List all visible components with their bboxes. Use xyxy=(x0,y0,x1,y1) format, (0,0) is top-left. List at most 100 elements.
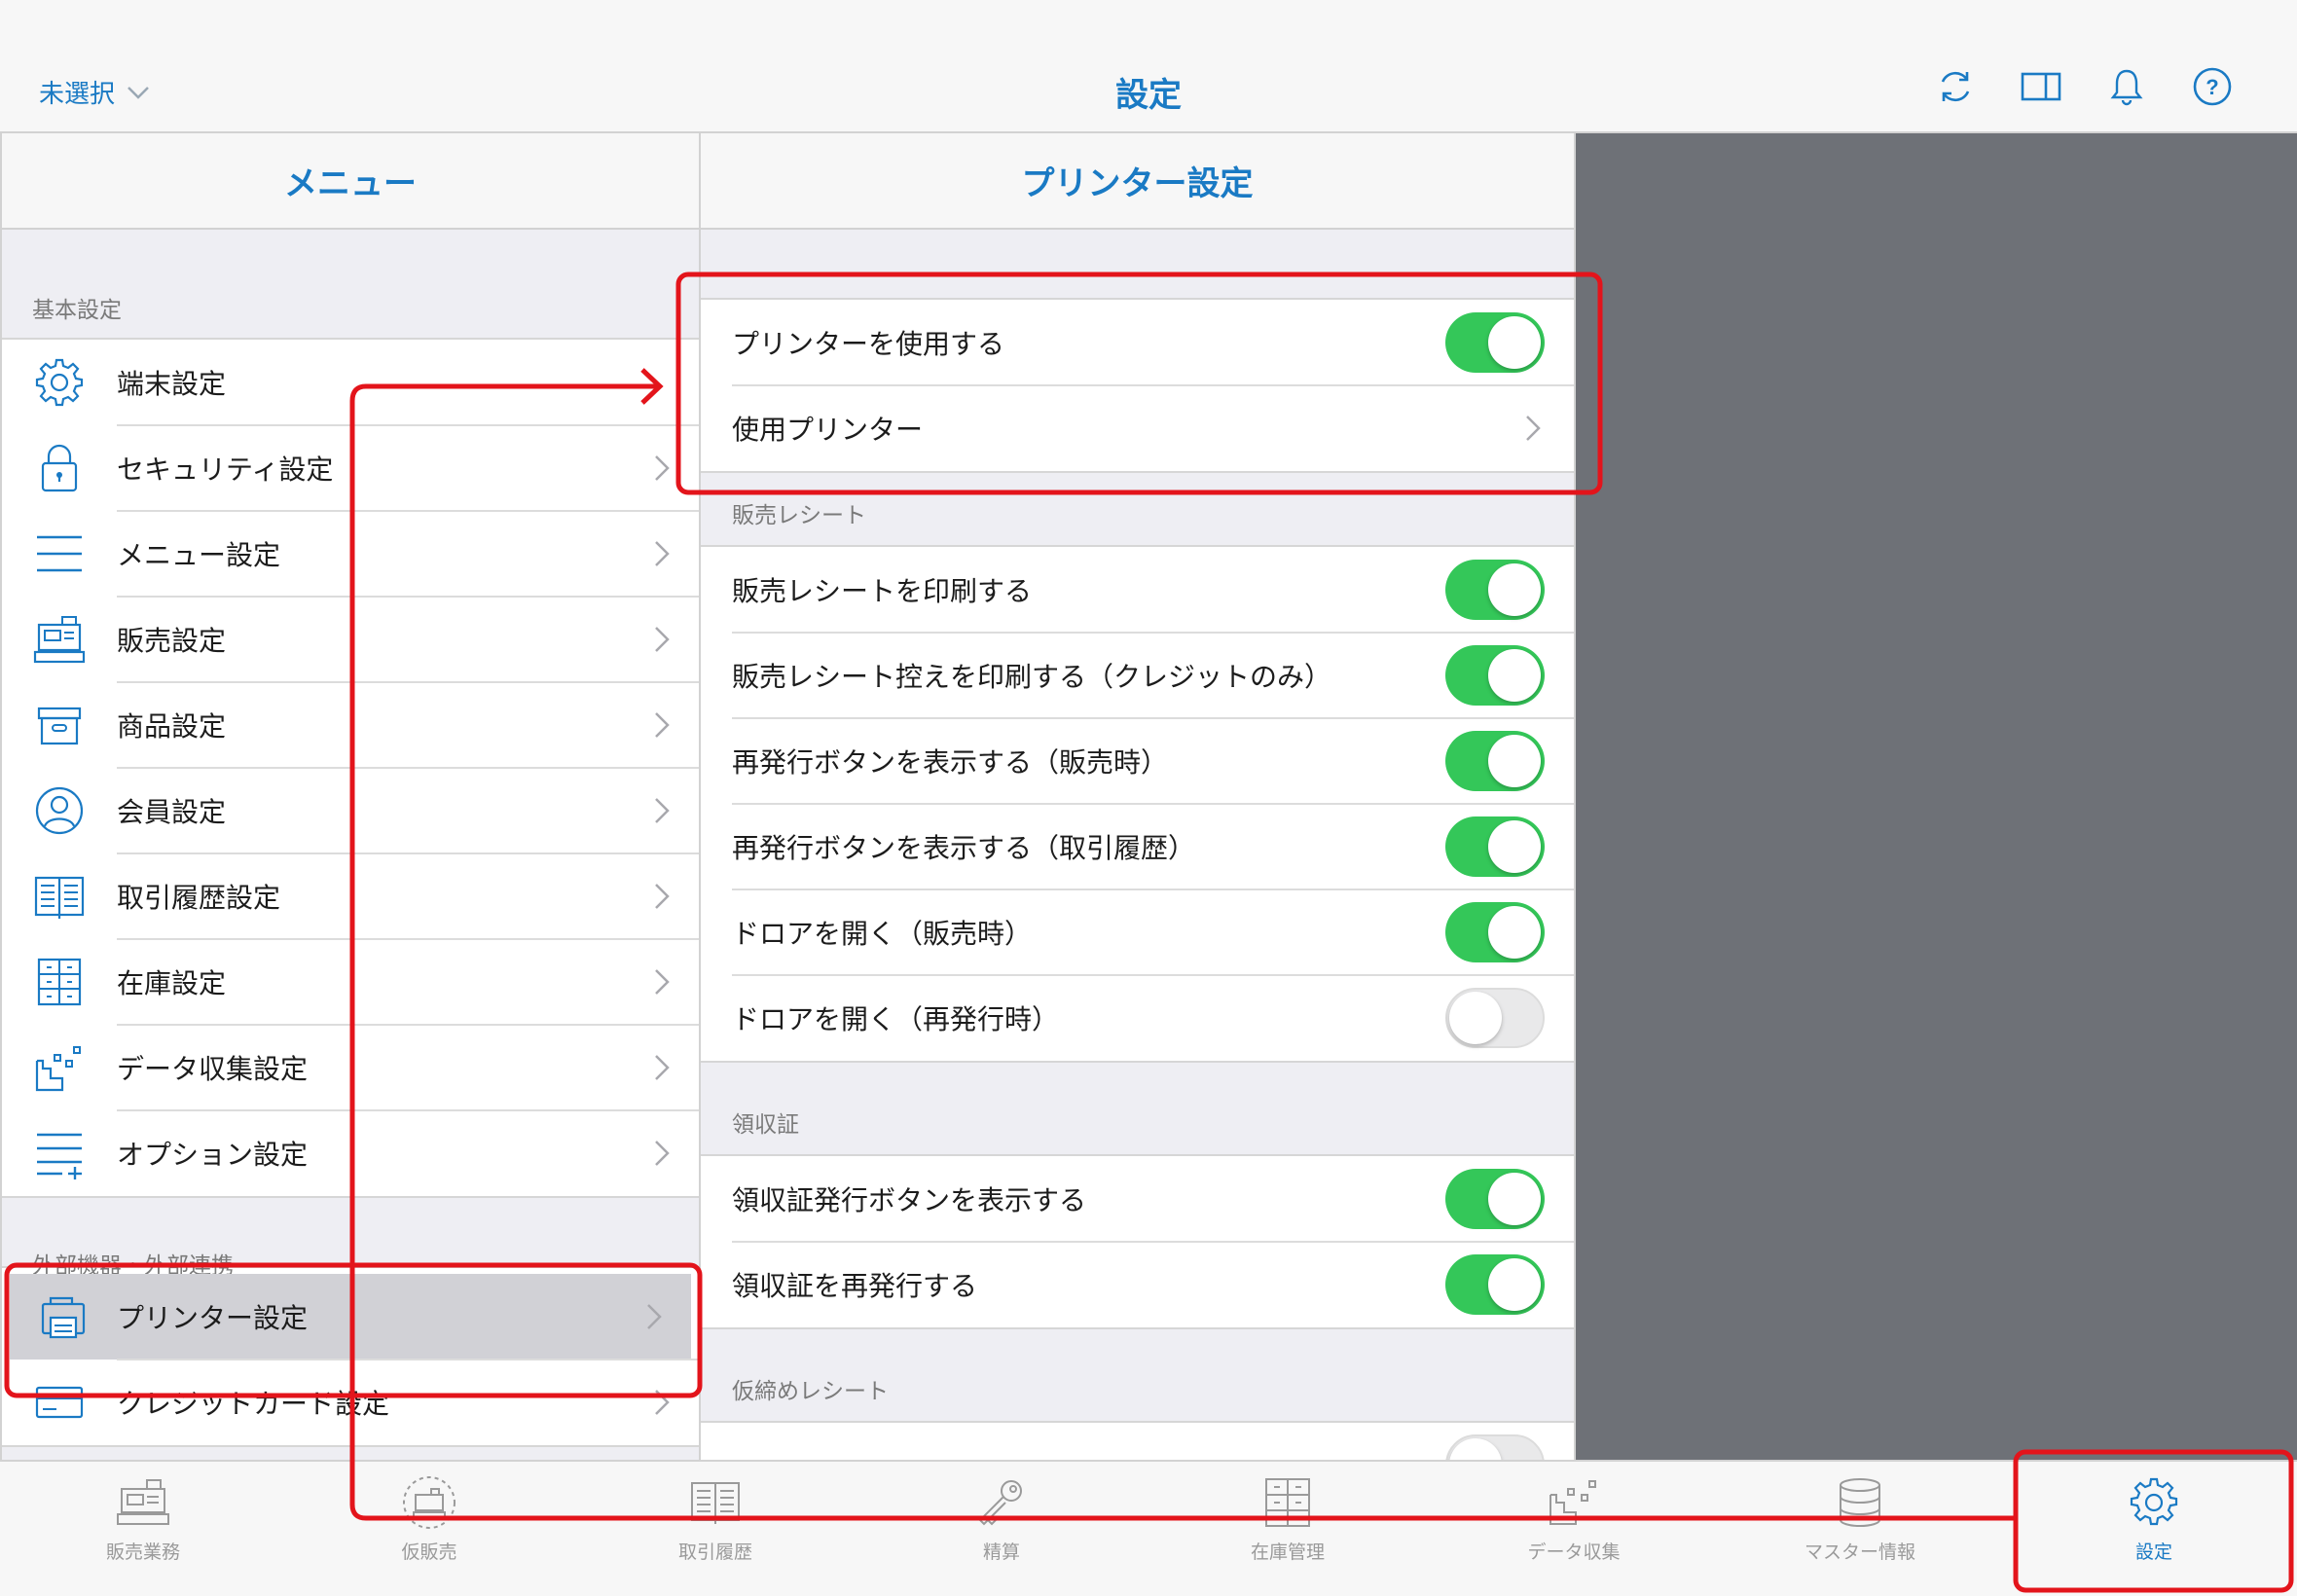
chevron-right-icon xyxy=(655,1141,670,1166)
menu-item-product[interactable]: 商品設定 xyxy=(2,681,699,768)
setting-row: 販売レシートを印刷する xyxy=(701,547,1574,633)
menu-item-label: 販売設定 xyxy=(117,625,227,657)
toggle-switch[interactable] xyxy=(1445,1434,1545,1460)
use-printer-row: プリンターを使用する xyxy=(701,300,1574,385)
database-icon xyxy=(1840,1478,1880,1527)
menu-item-menu[interactable]: メニュー設定 xyxy=(2,510,699,597)
help-icon[interactable]: ? xyxy=(2192,66,2233,107)
printer-select-row[interactable]: 使用プリンター xyxy=(701,384,1574,471)
bell-icon[interactable] xyxy=(2106,66,2147,107)
toggle-switch[interactable] xyxy=(1445,1254,1545,1315)
menu-item-member[interactable]: 会員設定 xyxy=(2,767,699,853)
chevron-right-icon xyxy=(647,1304,662,1329)
list-plus-icon xyxy=(37,1133,82,1179)
use-printer-toggle[interactable] xyxy=(1445,312,1545,373)
chevron-right-icon xyxy=(655,712,670,738)
tab-data-collection[interactable]: データ収集 xyxy=(1431,1462,1717,1596)
setting-row: 領収証発行ボタンを表示する xyxy=(701,1156,1574,1242)
temp-receipt-group xyxy=(701,1421,1574,1460)
chevron-right-icon xyxy=(655,1390,670,1415)
gear-icon xyxy=(35,358,84,407)
tab-settings[interactable]: 設定 xyxy=(2011,1462,2297,1596)
tab-temp-sales[interactable]: 仮販売 xyxy=(286,1462,572,1596)
chevron-right-icon xyxy=(655,1055,670,1080)
menu-column: メニュー 基本設定 端末設定 セキュリティ設定 メニュー設定 販売設定 商品設定 xyxy=(0,133,701,1460)
book-icon xyxy=(691,1482,740,1524)
chevron-right-icon xyxy=(655,798,670,823)
toggle-switch[interactable] xyxy=(1445,816,1545,877)
chevron-right-icon xyxy=(655,969,670,995)
tab-history[interactable]: 取引履歴 xyxy=(572,1462,858,1596)
split-view-icon[interactable] xyxy=(2021,66,2061,107)
menu-item-data[interactable]: データ収集設定 xyxy=(2,1024,699,1110)
setting-row: ドロアを開く（再発行時） xyxy=(701,974,1574,1061)
tab-label: 販売業務 xyxy=(105,1542,180,1563)
chevron-right-icon xyxy=(1526,416,1541,441)
menu-item-credit-card[interactable]: クレジットカード設定 xyxy=(2,1359,699,1445)
menu-item-label: オプション設定 xyxy=(117,1139,309,1171)
menu-list-basic: 端末設定 セキュリティ設定 メニュー設定 販売設定 商品設定 会員設定 取引履歴… xyxy=(2,338,699,1198)
chart-icon xyxy=(35,1046,81,1092)
refresh-icon[interactable] xyxy=(1935,66,1976,107)
row-label: 領収証を再発行する xyxy=(732,1270,978,1302)
toggle-switch[interactable] xyxy=(1445,560,1545,620)
section-title-sales-receipt: 販売レシート xyxy=(732,503,866,528)
tab-label: 仮販売 xyxy=(401,1542,457,1563)
toggle-switch[interactable] xyxy=(1445,902,1545,962)
menu-item-label: 会員設定 xyxy=(117,796,227,828)
menu-item-stock[interactable]: 在庫設定 xyxy=(2,938,699,1025)
printer-group: プリンターを使用する 使用プリンター xyxy=(701,298,1574,473)
row-label: 再発行ボタンを表示する（取引履歴） xyxy=(732,832,1196,864)
section-title-receipt: 領収証 xyxy=(732,1112,799,1138)
temp-register-icon xyxy=(403,1476,456,1529)
book-icon xyxy=(34,876,85,919)
tab-label: 在庫管理 xyxy=(1250,1542,1325,1563)
toggle-switch[interactable] xyxy=(1445,1169,1545,1229)
toggle-switch[interactable] xyxy=(1445,731,1545,791)
row-label: 再発行ボタンを表示する（販売時） xyxy=(732,746,1169,779)
menu-item-security[interactable]: セキュリティ設定 xyxy=(2,424,699,511)
menu-list-external: プリンター設定 クレジットカード設定 xyxy=(2,1266,699,1447)
menu-item-label: データ収集設定 xyxy=(117,1053,309,1085)
tab-label: データ収集 xyxy=(1527,1542,1621,1563)
menu-header: メニュー xyxy=(2,133,699,230)
tab-master[interactable]: マスター情報 xyxy=(1717,1462,2003,1596)
row-label: 使用プリンター xyxy=(732,414,924,446)
lock-icon xyxy=(41,444,78,492)
menu-item-printer[interactable]: プリンター設定 xyxy=(10,1274,691,1360)
menu-item-label: 取引履歴設定 xyxy=(117,882,281,914)
menu-item-history[interactable]: 取引履歴設定 xyxy=(2,852,699,939)
tab-settlement[interactable]: 精算 xyxy=(858,1462,1145,1596)
drawers-icon xyxy=(1265,1478,1310,1527)
row-label: 販売レシートを印刷する xyxy=(732,575,1033,607)
section-title-external: 外部機器・外部連携 xyxy=(32,1253,234,1279)
row-label: ドロアを開く（再発行時） xyxy=(732,1003,1060,1035)
setting-row: 販売レシート控えを印刷する（クレジットのみ） xyxy=(701,632,1574,718)
setting-row: 再発行ボタンを表示する（販売時） xyxy=(701,717,1574,804)
register-icon xyxy=(117,1479,169,1525)
setting-row xyxy=(701,1423,1574,1460)
toggle-switch[interactable] xyxy=(1445,988,1545,1048)
chevron-right-icon xyxy=(655,541,670,566)
menu-item-label: セキュリティ設定 xyxy=(117,453,334,486)
tab-sales[interactable]: 販売業務 xyxy=(0,1462,286,1596)
tab-stock[interactable]: 在庫管理 xyxy=(1145,1462,1431,1596)
menu-item-sales[interactable]: 販売設定 xyxy=(2,596,699,682)
printer-icon xyxy=(41,1296,86,1339)
row-label: ドロアを開く（販売時） xyxy=(732,918,1033,950)
chevron-right-icon xyxy=(655,455,670,481)
menu-item-option[interactable]: オプション設定 xyxy=(2,1109,699,1196)
tab-label: 設定 xyxy=(2134,1542,2172,1563)
toggle-switch[interactable] xyxy=(1445,645,1545,706)
setting-row: 領収証を再発行する xyxy=(701,1241,1574,1327)
receipt-group: 領収証発行ボタンを表示する 領収証を再発行する xyxy=(701,1154,1574,1329)
menu-item-terminal[interactable]: 端末設定 xyxy=(2,340,699,425)
row-label: 領収証発行ボタンを表示する xyxy=(732,1184,1087,1216)
setting-row: 再発行ボタンを表示する（取引履歴） xyxy=(701,803,1574,889)
menu-item-label: 在庫設定 xyxy=(117,967,227,999)
tab-label: 精算 xyxy=(982,1542,1020,1563)
card-icon xyxy=(35,1386,84,1419)
menu-item-label: プリンター設定 xyxy=(117,1302,309,1334)
register-icon xyxy=(33,616,86,664)
setting-row: ドロアを開く（販売時） xyxy=(701,889,1574,975)
